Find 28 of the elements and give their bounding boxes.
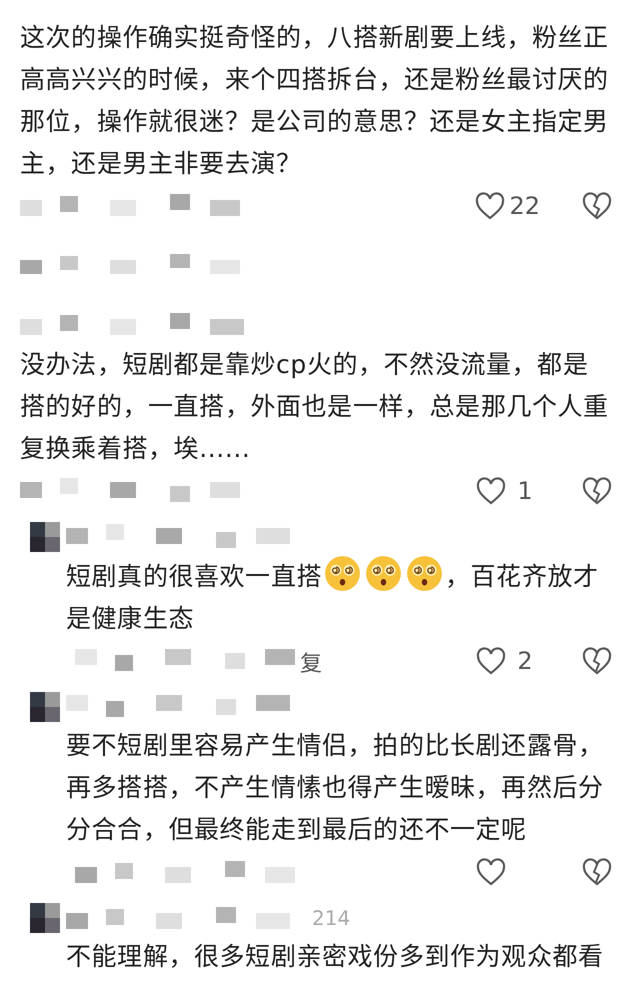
comment-text: 不能理解，很多短剧亲密戏份多到作为观众都看 — [66, 941, 605, 973]
timestamp: 214 — [312, 906, 350, 930]
comment-text: 这次的操作确实挺奇怪的，八搭新剧要上线，粉丝正高高兴兴的时候，来个四搭拆台，还是粉丝最讨厌的那位，操作就很迷？是公司的意思？还是女主指定男主，还是男主非要去演？ — [20, 22, 610, 180]
like-button[interactable]: 1 — [476, 477, 540, 505]
dislike-button[interactable] — [582, 192, 612, 220]
like-button[interactable]: 22 — [475, 192, 540, 220]
broken-heart-icon — [582, 192, 612, 220]
comment-text: 短剧真的很喜欢一直搭 ，百花齐放才是健康生态 — [66, 555, 614, 640]
avatar — [30, 903, 60, 933]
broken-heart-icon — [582, 858, 612, 886]
avatar — [30, 692, 60, 722]
avatar — [30, 522, 60, 552]
broken-heart-icon — [582, 647, 612, 675]
dizzy-face-icon — [365, 555, 402, 592]
dislike-button[interactable] — [582, 858, 612, 886]
like-button[interactable]: 2 — [476, 647, 540, 675]
dizzy-face-icon — [406, 555, 443, 592]
heart-icon — [476, 858, 506, 886]
comment-text: 没办法，短剧都是靠炒cp火的，不然没流量，都是搭的好的，一直搭，外面也是一样，总是那几个人重复换乘着搭，埃...... — [20, 349, 610, 465]
broken-heart-icon — [582, 477, 612, 505]
dislike-button[interactable] — [582, 647, 612, 675]
heart-icon — [476, 647, 506, 675]
dizzy-face-icon — [324, 555, 361, 592]
heart-icon — [475, 192, 506, 220]
dislike-button[interactable] — [582, 477, 612, 505]
heart-icon — [476, 477, 506, 505]
comment-text: 要不短剧里容易产生情侣，拍的比长剧还露骨，再多搭搭，不产生情愫也得产生暧昧，再然后分分合合，但最终能走到最后的还不一定呢 — [66, 730, 605, 846]
reply-link[interactable]: 复 — [300, 645, 322, 677]
